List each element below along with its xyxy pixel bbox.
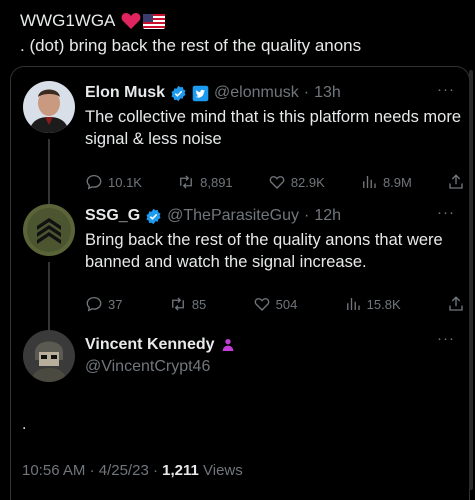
action-bar: 37 85 504 15.8K [85, 295, 465, 313]
tweet-meta-footer: 10:56 AM · 4/25/23 · 1,211 Views [22, 462, 243, 479]
like-button[interactable]: 82.9K [268, 173, 325, 191]
display-name[interactable]: Vincent Kennedy [85, 335, 215, 355]
header-subtitle: . (dot) bring back the rest of the quali… [20, 36, 362, 55]
timestamp[interactable]: 13h [314, 83, 341, 103]
reply-button[interactable]: 10.1K [85, 173, 142, 191]
retweet-count: 8,891 [200, 174, 233, 190]
separator: · [89, 462, 95, 479]
views-icon [346, 298, 360, 310]
retweet-count: 85 [191, 296, 207, 312]
views-button[interactable]: 8.9M [360, 173, 412, 191]
share-button[interactable] [447, 173, 465, 191]
thread-line [48, 262, 50, 332]
verified-icon [170, 85, 187, 102]
reply-text: . [22, 416, 27, 433]
separator: · [152, 462, 158, 479]
handle[interactable]: @VincentCrypt46 [85, 357, 210, 377]
header-title-line: WWG1WGA [20, 10, 455, 32]
name-row: Elon Musk @elonmusk · 13h [85, 83, 461, 103]
like-count: 504 [275, 296, 298, 312]
tweet-content: SSG_G @TheParasiteGuy · 12h Bring back t… [85, 206, 461, 273]
avatar[interactable] [23, 330, 75, 382]
share-icon [449, 296, 463, 311]
like-icon [254, 298, 269, 311]
name-row: Vincent Kennedy [85, 335, 461, 355]
handle[interactable]: @elonmusk [214, 83, 299, 103]
more-icon[interactable]: ··· [437, 330, 455, 347]
twitter-badge-icon [192, 85, 209, 102]
handle[interactable]: @TheParasiteGuy [167, 206, 299, 226]
retweet-icon [180, 175, 193, 189]
display-name[interactable]: SSG_G [85, 206, 140, 226]
tweet-content: Elon Musk @elonmusk · 13h The collective… [85, 83, 461, 150]
verified-icon [145, 208, 162, 225]
thread-line [48, 139, 50, 209]
header: WWG1WGA . (dot) bring back the rest of t… [0, 0, 475, 64]
timestamp[interactable]: 12h [314, 206, 341, 226]
views-count: 15.8K [366, 296, 401, 312]
views-count: 1,211 [162, 462, 199, 479]
avatar[interactable] [23, 81, 75, 133]
display-name[interactable]: Elon Musk [85, 83, 165, 103]
tweet-text: The collective mind that is this platfor… [85, 108, 461, 148]
heart-icon [121, 13, 141, 29]
separator: · [304, 207, 310, 224]
us-flag-icon [143, 13, 166, 29]
views-icon [363, 176, 376, 188]
like-icon [269, 176, 285, 189]
emoji-group [121, 12, 166, 30]
handle-row: @VincentCrypt46 [85, 357, 461, 377]
tweet-content: Vincent Kennedy @VincentCrypt46 [85, 335, 461, 377]
reply-count: 37 [108, 296, 123, 312]
post-time[interactable]: 10:56 AM [22, 462, 85, 479]
views-label: Views [203, 462, 243, 479]
retweet-button[interactable]: 85 [169, 295, 206, 313]
reply-button[interactable]: 37 [85, 295, 122, 313]
reply-icon [86, 296, 102, 312]
views-button[interactable]: 15.8K [344, 295, 401, 313]
quoted-thread-panel[interactable]: Elon Musk @elonmusk · 13h The collective… [10, 66, 470, 500]
share-icon [449, 174, 463, 189]
separator: · [303, 84, 310, 101]
retweet-button[interactable]: 8,891 [177, 173, 233, 191]
avatar[interactable] [23, 204, 75, 256]
like-button[interactable]: 504 [253, 295, 298, 313]
tweet-ssg[interactable]: SSG_G @TheParasiteGuy · 12h Bring back t… [11, 204, 469, 332]
tweet-elon[interactable]: Elon Musk @elonmusk · 13h The collective… [11, 81, 469, 209]
retweet-icon [171, 297, 184, 311]
share-button[interactable] [447, 295, 465, 313]
more-icon[interactable]: ··· [437, 204, 455, 221]
reply-icon [86, 174, 102, 190]
views-count: 8.9M [382, 174, 412, 190]
scrollbar[interactable] [469, 70, 473, 490]
affiliate-badge-icon [220, 337, 236, 353]
reply-count: 10.1K [108, 174, 142, 190]
post-date[interactable]: 4/25/23 [99, 462, 149, 479]
tweet-vincent[interactable]: Vincent Kennedy @VincentCrypt46 ··· [11, 330, 469, 390]
tweet-text: Bring back the rest of the quality anons… [85, 231, 443, 271]
header-title: WWG1WGA [20, 11, 116, 30]
like-count: 82.9K [290, 174, 325, 190]
name-row: SSG_G @TheParasiteGuy · 12h [85, 206, 461, 226]
more-icon[interactable]: ··· [437, 81, 455, 98]
action-bar: 10.1K 8,891 82.9K 8.9M [85, 173, 465, 191]
